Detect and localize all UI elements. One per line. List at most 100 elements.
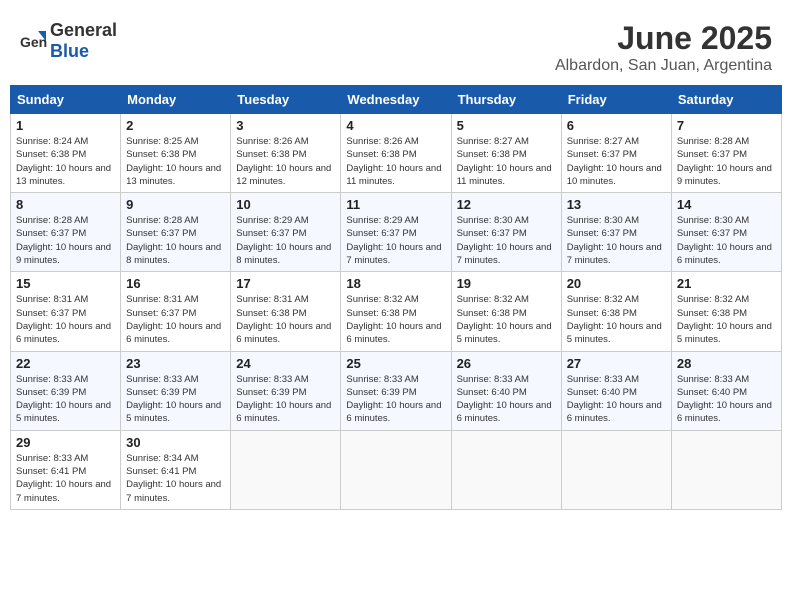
table-row: 21 Sunrise: 8:32 AMSunset: 6:38 PMDayligh… — [671, 272, 781, 351]
day-number: 23 — [126, 356, 225, 371]
day-number: 25 — [346, 356, 445, 371]
day-info: Sunrise: 8:28 AMSunset: 6:37 PMDaylight:… — [677, 135, 776, 188]
table-row: 4Sunrise: 8:26 AMSunset: 6:38 PMDaylight… — [341, 114, 451, 193]
table-row: 11 Sunrise: 8:29 AMSunset: 6:37 PMDayligh… — [341, 193, 451, 272]
day-number: 13 — [567, 197, 666, 212]
table-row: 5 Sunrise: 8:27 AMSunset: 6:38 PMDaylight… — [451, 114, 561, 193]
table-row — [561, 430, 671, 509]
day-info: Sunrise: 8:30 AMSunset: 6:37 PMDaylight:… — [457, 214, 556, 267]
day-number: 15 — [16, 276, 115, 291]
day-info: Sunrise: 8:33 AMSunset: 6:40 PMDaylight:… — [677, 373, 776, 426]
table-row: 24Sunrise: 8:33 AMSunset: 6:39 PMDayligh… — [231, 351, 341, 430]
header-friday: Friday — [561, 86, 671, 114]
table-row: 30 Sunrise: 8:34 AMSunset: 6:41 PMDayligh… — [121, 430, 231, 509]
calendar-subtitle: Albardon, San Juan, Argentina — [555, 57, 772, 75]
calendar-table: Sunday Monday Tuesday Wednesday Thursday… — [10, 85, 782, 510]
day-number: 17 — [236, 276, 335, 291]
calendar-week-row: 1 Sunrise: 8:24 AMSunset: 6:38 PMDaylight… — [11, 114, 782, 193]
day-info: Sunrise: 8:32 AMSunset: 6:38 PMDaylight:… — [677, 293, 776, 346]
day-number: 6 — [567, 118, 666, 133]
day-number: 16 — [126, 276, 225, 291]
day-number: 29 — [16, 435, 115, 450]
table-row: 3Sunrise: 8:26 AMSunset: 6:38 PMDaylight… — [231, 114, 341, 193]
day-number: 8 — [16, 197, 115, 212]
day-number: 11 — [346, 197, 445, 212]
day-info: Sunrise: 8:31 AMSunset: 6:37 PMDaylight:… — [126, 293, 225, 346]
day-info: Sunrise: 8:25 AMSunset: 6:38 PMDaylight:… — [126, 135, 225, 188]
table-row: 14Sunrise: 8:30 AMSunset: 6:37 PMDayligh… — [671, 193, 781, 272]
day-number: 2 — [126, 118, 225, 133]
day-info: Sunrise: 8:33 AMSunset: 6:39 PMDaylight:… — [126, 373, 225, 426]
table-row — [341, 430, 451, 509]
table-row: 12 Sunrise: 8:30 AMSunset: 6:37 PMDayligh… — [451, 193, 561, 272]
table-row: 6 Sunrise: 8:27 AMSunset: 6:37 PMDaylight… — [561, 114, 671, 193]
day-info: Sunrise: 8:26 AMSunset: 6:38 PMDaylight:… — [236, 135, 335, 188]
header: Gen General Blue June 2025 Albardon, San… — [10, 10, 782, 80]
table-row: 22Sunrise: 8:33 AMSunset: 6:39 PMDayligh… — [11, 351, 121, 430]
calendar-week-row: 22Sunrise: 8:33 AMSunset: 6:39 PMDayligh… — [11, 351, 782, 430]
header-monday: Monday — [121, 86, 231, 114]
header-tuesday: Tuesday — [231, 86, 341, 114]
day-number: 21 — [677, 276, 776, 291]
day-number: 10 — [236, 197, 335, 212]
table-row: 26Sunrise: 8:33 AMSunset: 6:40 PMDayligh… — [451, 351, 561, 430]
day-info: Sunrise: 8:24 AMSunset: 6:38 PMDaylight:… — [16, 135, 115, 188]
table-row: 28Sunrise: 8:33 AMSunset: 6:40 PMDayligh… — [671, 351, 781, 430]
calendar-week-row: 29 Sunrise: 8:33 AMSunset: 6:41 PMDayligh… — [11, 430, 782, 509]
day-info: Sunrise: 8:27 AMSunset: 6:38 PMDaylight:… — [457, 135, 556, 188]
table-row: 17Sunrise: 8:31 AMSunset: 6:38 PMDayligh… — [231, 272, 341, 351]
table-row — [671, 430, 781, 509]
day-info: Sunrise: 8:28 AMSunset: 6:37 PMDaylight:… — [16, 214, 115, 267]
day-info: Sunrise: 8:33 AMSunset: 6:39 PMDaylight:… — [16, 373, 115, 426]
day-info: Sunrise: 8:32 AMSunset: 6:38 PMDaylight:… — [567, 293, 666, 346]
logo: Gen General Blue — [20, 20, 117, 62]
day-number: 7 — [677, 118, 776, 133]
header-sunday: Sunday — [11, 86, 121, 114]
day-info: Sunrise: 8:29 AMSunset: 6:37 PMDaylight:… — [236, 214, 335, 267]
logo-general: General — [50, 20, 117, 40]
title-block: June 2025 Albardon, San Juan, Argentina — [555, 20, 772, 75]
logo-blue: Blue — [50, 41, 89, 61]
table-row: 16 Sunrise: 8:31 AMSunset: 6:37 PMDayligh… — [121, 272, 231, 351]
table-row — [451, 430, 561, 509]
day-number: 27 — [567, 356, 666, 371]
day-info: Sunrise: 8:27 AMSunset: 6:37 PMDaylight:… — [567, 135, 666, 188]
table-row: 13 Sunrise: 8:30 AMSunset: 6:37 PMDayligh… — [561, 193, 671, 272]
table-row: 27 Sunrise: 8:33 AMSunset: 6:40 PMDayligh… — [561, 351, 671, 430]
calendar-week-row: 15 Sunrise: 8:31 AMSunset: 6:37 PMDayligh… — [11, 272, 782, 351]
day-number: 14 — [677, 197, 776, 212]
day-info: Sunrise: 8:34 AMSunset: 6:41 PMDaylight:… — [126, 452, 225, 505]
day-number: 19 — [457, 276, 556, 291]
day-info: Sunrise: 8:32 AMSunset: 6:38 PMDaylight:… — [346, 293, 445, 346]
table-row: 25 Sunrise: 8:33 AMSunset: 6:39 PMDayligh… — [341, 351, 451, 430]
table-row — [231, 430, 341, 509]
day-info: Sunrise: 8:29 AMSunset: 6:37 PMDaylight:… — [346, 214, 445, 267]
table-row: 10 Sunrise: 8:29 AMSunset: 6:37 PMDayligh… — [231, 193, 341, 272]
day-number: 26 — [457, 356, 556, 371]
table-row: 8 Sunrise: 8:28 AMSunset: 6:37 PMDaylight… — [11, 193, 121, 272]
day-info: Sunrise: 8:33 AMSunset: 6:39 PMDaylight:… — [236, 373, 335, 426]
day-info: Sunrise: 8:33 AMSunset: 6:39 PMDaylight:… — [346, 373, 445, 426]
logo-icon: Gen — [20, 27, 48, 55]
table-row: 1 Sunrise: 8:24 AMSunset: 6:38 PMDaylight… — [11, 114, 121, 193]
table-row: 7 Sunrise: 8:28 AMSunset: 6:37 PMDaylight… — [671, 114, 781, 193]
table-row: 18Sunrise: 8:32 AMSunset: 6:38 PMDayligh… — [341, 272, 451, 351]
day-info: Sunrise: 8:30 AMSunset: 6:37 PMDaylight:… — [567, 214, 666, 267]
day-info: Sunrise: 8:33 AMSunset: 6:41 PMDaylight:… — [16, 452, 115, 505]
day-info: Sunrise: 8:28 AMSunset: 6:37 PMDaylight:… — [126, 214, 225, 267]
day-number: 12 — [457, 197, 556, 212]
day-info: Sunrise: 8:31 AMSunset: 6:37 PMDaylight:… — [16, 293, 115, 346]
day-info: Sunrise: 8:32 AMSunset: 6:38 PMDaylight:… — [457, 293, 556, 346]
header-wednesday: Wednesday — [341, 86, 451, 114]
table-row: 15 Sunrise: 8:31 AMSunset: 6:37 PMDayligh… — [11, 272, 121, 351]
day-number: 30 — [126, 435, 225, 450]
calendar-title: June 2025 — [555, 20, 772, 57]
day-number: 5 — [457, 118, 556, 133]
day-info: Sunrise: 8:33 AMSunset: 6:40 PMDaylight:… — [567, 373, 666, 426]
header-thursday: Thursday — [451, 86, 561, 114]
day-info: Sunrise: 8:26 AMSunset: 6:38 PMDaylight:… — [346, 135, 445, 188]
table-row: 23 Sunrise: 8:33 AMSunset: 6:39 PMDayligh… — [121, 351, 231, 430]
calendar-week-row: 8 Sunrise: 8:28 AMSunset: 6:37 PMDaylight… — [11, 193, 782, 272]
table-row: 19 Sunrise: 8:32 AMSunset: 6:38 PMDayligh… — [451, 272, 561, 351]
day-number: 1 — [16, 118, 115, 133]
